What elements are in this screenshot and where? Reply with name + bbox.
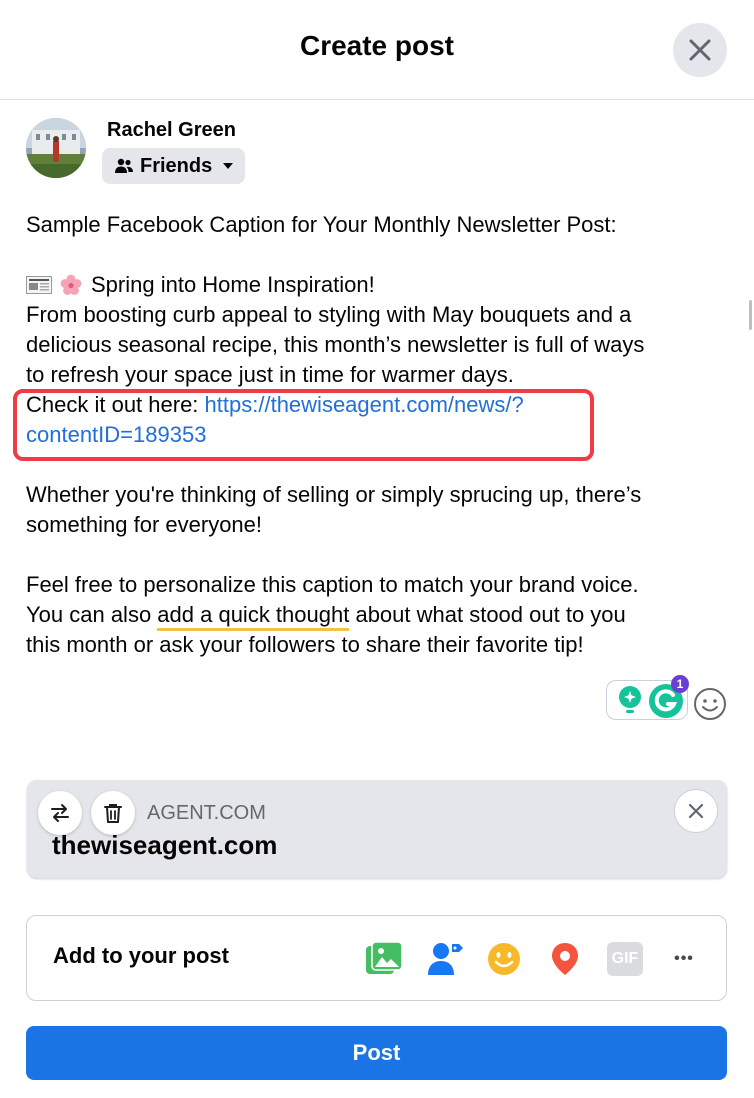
emoji-picker-icon[interactable] — [693, 687, 727, 721]
user-name[interactable]: Rachel Green — [107, 119, 236, 142]
close-button[interactable] — [673, 23, 727, 77]
grammarly-badge: 1 — [671, 675, 689, 693]
audience-selector[interactable]: Friends — [102, 148, 245, 184]
post-text-para2-line[interactable]: Whether you're thinking of selling or si… — [26, 480, 641, 510]
avatar[interactable] — [26, 118, 86, 178]
add-to-post-bar: Add to your post GIF ••• — [26, 915, 727, 1001]
more-options-button[interactable]: ••• — [663, 938, 705, 980]
grammarly-widget[interactable]: 1 — [606, 675, 689, 720]
photo-video-button[interactable] — [363, 938, 405, 980]
post-text-headline-line[interactable]: Spring into Home Inspiration! — [26, 270, 375, 300]
link-preview-title: thewiseagent.com — [52, 830, 278, 860]
scrollbar-thumb[interactable] — [749, 300, 752, 330]
close-icon — [689, 39, 711, 61]
check-in-button[interactable] — [544, 938, 586, 980]
audience-label: Friends — [140, 154, 213, 177]
tag-people-button[interactable] — [424, 938, 466, 980]
swap-icon — [51, 804, 69, 822]
more-icon: ••• — [674, 950, 694, 967]
link-preview-domain: AGENT.COM — [147, 802, 266, 824]
post-text-headline: Spring into Home Inspiration! — [91, 272, 375, 297]
close-icon — [688, 803, 704, 819]
post-button[interactable]: Post — [26, 1026, 727, 1080]
dialog-header: Create post — [0, 0, 754, 100]
link-preview-card[interactable]: AGENT.COM thewiseagent.com — [27, 780, 727, 878]
feeling-icon — [488, 943, 520, 975]
text-segment: about what stood out to you — [349, 602, 626, 627]
link-highlight-annotation — [13, 389, 594, 461]
check-in-icon — [552, 943, 578, 975]
post-text-para3-line[interactable]: You can also add a quick thought about w… — [26, 600, 626, 631]
post-text-para2-line[interactable]: something for everyone! — [26, 510, 262, 540]
remove-preview-button[interactable] — [674, 789, 718, 833]
post-text-para3-line[interactable]: this month or ask your followers to shar… — [26, 630, 584, 660]
gif-icon: GIF — [607, 942, 643, 976]
create-post-dialog: Create post Rachel Green Friends Sample … — [0, 0, 754, 1098]
tag-people-icon — [428, 943, 463, 975]
gif-button[interactable]: GIF — [604, 938, 646, 980]
text-segment: You can also — [26, 602, 158, 627]
caret-down-icon — [223, 163, 234, 169]
friends-icon — [115, 158, 133, 173]
add-to-post-label: Add to your post — [53, 943, 229, 968]
post-text-body-line[interactable]: From boosting curb appeal to styling wit… — [26, 300, 631, 330]
trash-icon — [104, 804, 122, 823]
grammarly-tone-icon — [619, 686, 641, 713]
grammarly-suggestion-text[interactable]: add a quick thought — [157, 602, 350, 631]
swap-preview-button[interactable] — [38, 791, 82, 835]
post-text-para3-line[interactable]: Feel free to personalize this caption to… — [26, 570, 639, 600]
photo-video-icon — [366, 941, 403, 974]
feeling-activity-button[interactable] — [483, 938, 525, 980]
post-text-body-line[interactable]: delicious seasonal recipe, this month’s … — [26, 330, 644, 360]
cherry-blossom-icon — [60, 274, 82, 295]
post-text-body-line[interactable]: to refresh your space just in time for w… — [26, 360, 514, 390]
dialog-title: Create post — [299, 30, 455, 61]
post-text-intro[interactable]: Sample Facebook Caption for Your Monthly… — [26, 210, 617, 240]
newspaper-icon — [26, 276, 52, 294]
delete-preview-button[interactable] — [91, 791, 135, 835]
